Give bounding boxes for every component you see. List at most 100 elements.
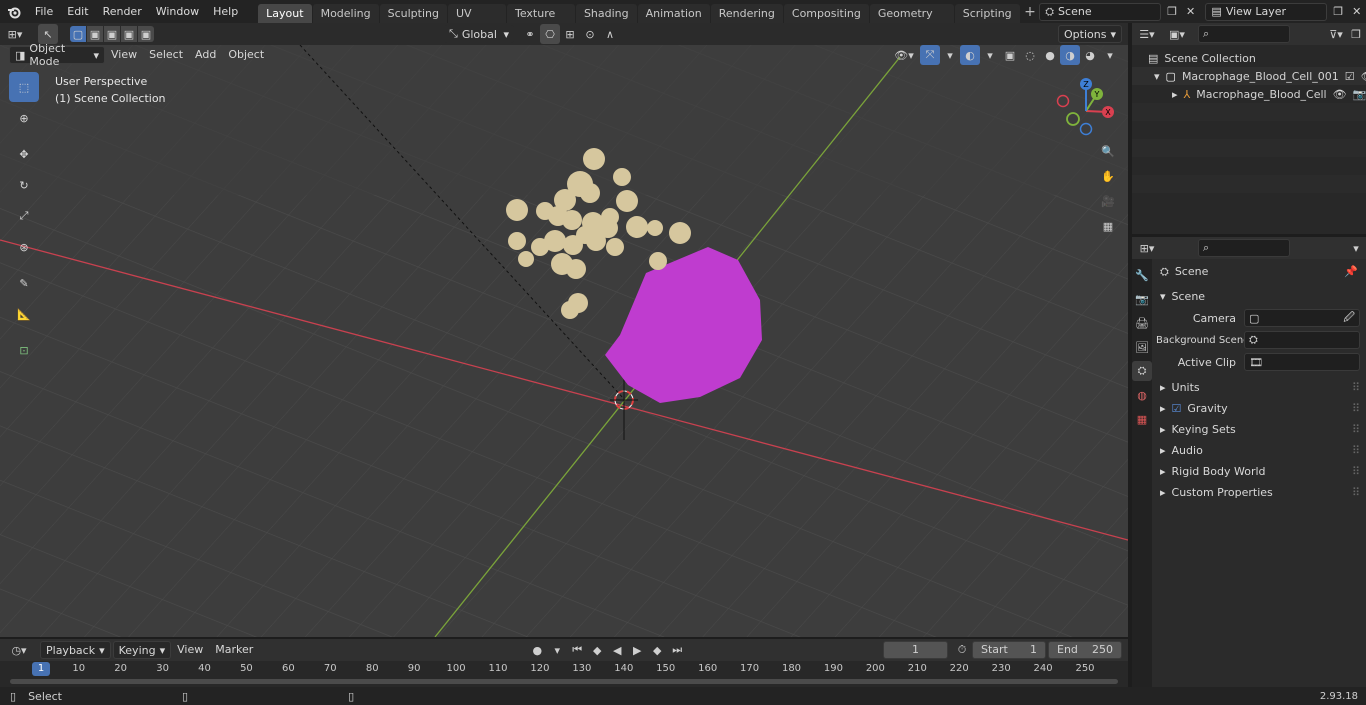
jump-end-icon[interactable]: ⏭ bbox=[667, 640, 687, 660]
remove-scene-icon[interactable]: ✕ bbox=[1181, 2, 1200, 22]
view-layer-tab-icon[interactable]: 🖼 bbox=[1132, 337, 1152, 357]
pivot-point-icon[interactable]: ⚭ bbox=[520, 24, 540, 44]
blender-logo-icon[interactable] bbox=[0, 2, 28, 22]
gravity-checkbox[interactable]: ☑ bbox=[1172, 402, 1182, 415]
tab-geometry-nodes[interactable]: Geometry Nodes bbox=[869, 4, 954, 39]
menu-object[interactable]: Object bbox=[222, 46, 270, 64]
transform-orientation-dropdown[interactable]: ⤡ Global ▾ bbox=[444, 25, 514, 43]
chevron-down-icon[interactable]: ▾ bbox=[547, 640, 567, 660]
scale-tool-icon[interactable]: ⤢ bbox=[9, 201, 39, 231]
filter-icon[interactable]: ⊽▾ bbox=[1326, 24, 1346, 44]
tab-shading[interactable]: Shading bbox=[575, 4, 637, 23]
tab-scripting[interactable]: Scripting bbox=[954, 4, 1020, 23]
prev-keyframe-icon[interactable]: ◆ bbox=[587, 640, 607, 660]
menu-window[interactable]: Window bbox=[149, 0, 206, 23]
menu-edit[interactable]: Edit bbox=[60, 0, 95, 23]
tab-texture-paint[interactable]: Texture Paint bbox=[507, 4, 575, 39]
add-cube-tool-icon[interactable]: ⊡ bbox=[9, 335, 39, 365]
drag-handle-icon[interactable]: ⠿ bbox=[1352, 486, 1360, 499]
chevron-down-icon[interactable]: ▾ bbox=[980, 45, 1000, 65]
tool-tab-icon[interactable]: 🔧 bbox=[1132, 265, 1152, 285]
end-frame-field[interactable]: End 250 bbox=[1048, 641, 1122, 659]
snap-icon[interactable]: ⎔ bbox=[540, 24, 560, 44]
drag-handle-icon[interactable]: ⠿ bbox=[1352, 381, 1360, 394]
tab-layout[interactable]: Layout bbox=[258, 4, 312, 23]
rotate-tool-icon[interactable]: ↻ bbox=[9, 170, 39, 200]
drag-handle-icon[interactable]: ⠿ bbox=[1352, 444, 1360, 457]
outliner-row[interactable]: ▾ ▢ Macrophage_Blood_Cell_001 ☑ 👁 📷 bbox=[1132, 67, 1366, 85]
select-new-icon[interactable]: ▢ bbox=[70, 26, 86, 42]
select-invert-icon[interactable]: ▣ bbox=[121, 26, 137, 42]
playback-dropdown[interactable]: Playback ▾ bbox=[40, 641, 111, 659]
display-mode-icon[interactable]: ▣▾ bbox=[1162, 24, 1192, 44]
new-view-layer-icon[interactable]: ❐ bbox=[1329, 2, 1348, 22]
timeline-editor-icon[interactable]: ◷▾ bbox=[4, 640, 34, 660]
select-extend-icon[interactable]: ▣ bbox=[87, 26, 103, 42]
camera-view-icon[interactable]: 🎥 bbox=[1098, 191, 1118, 211]
properties-editor-icon[interactable]: ⊞▾ bbox=[1132, 238, 1162, 258]
timeline-view-menu[interactable]: View bbox=[171, 641, 209, 659]
select-tool-icon[interactable]: ↖ bbox=[38, 24, 58, 44]
tab-modeling[interactable]: Modeling bbox=[312, 4, 379, 23]
eye-icon[interactable]: 👁 bbox=[1361, 70, 1366, 83]
menu-help[interactable]: Help bbox=[206, 0, 245, 23]
transform-tool-icon[interactable]: ⊛ bbox=[9, 232, 39, 262]
render-tab-icon[interactable]: 📷 bbox=[1132, 289, 1152, 309]
background-scene-field[interactable]: ⛭ bbox=[1244, 331, 1360, 349]
drag-handle-icon[interactable]: ⠿ bbox=[1352, 465, 1360, 478]
navigation-gizmo[interactable]: X Y Z bbox=[1050, 75, 1122, 147]
play-icon[interactable]: ▶ bbox=[627, 640, 647, 660]
current-frame-field[interactable]: 1 bbox=[883, 641, 948, 659]
ortho-grid-icon[interactable]: ▦ bbox=[1098, 216, 1118, 236]
material-shading-icon[interactable]: ◑ bbox=[1060, 45, 1080, 65]
proportional-edit-icon[interactable]: ⊙ bbox=[580, 24, 600, 44]
active-clip-field[interactable]: 🎞 bbox=[1244, 353, 1360, 371]
tab-compositing[interactable]: Compositing bbox=[783, 4, 869, 23]
select-intersect-icon[interactable]: ▣ bbox=[138, 26, 154, 42]
editor-type-icon[interactable]: ⊞▾ bbox=[0, 24, 30, 44]
tab-animation[interactable]: Animation bbox=[637, 4, 710, 23]
tab-uv-editing[interactable]: UV Editing bbox=[448, 4, 506, 39]
visibility-icon[interactable]: 👁▾ bbox=[894, 45, 914, 65]
new-scene-icon[interactable]: ❐ bbox=[1163, 2, 1182, 22]
eye-icon[interactable]: 👁 bbox=[1333, 88, 1347, 101]
mode-selector[interactable]: ◨ Object Mode ▾ bbox=[9, 42, 105, 68]
panel-rigid-body-world[interactable]: ▸ Rigid Body World ⠿ bbox=[1156, 461, 1364, 482]
keying-dropdown[interactable]: Keying ▾ bbox=[112, 641, 172, 659]
panel-keying-sets[interactable]: ▸ Keying Sets ⠿ bbox=[1156, 419, 1364, 440]
outliner-search-input[interactable]: ⌕ bbox=[1198, 25, 1290, 43]
tab-rendering[interactable]: Rendering bbox=[710, 4, 783, 23]
3d-viewport[interactable]: User Perspective (1) Scene Collection ⬚ … bbox=[0, 45, 1128, 637]
add-workspace-icon[interactable]: + bbox=[1021, 2, 1040, 22]
select-box-tool-icon[interactable]: ⬚ bbox=[9, 72, 39, 102]
menu-render[interactable]: Render bbox=[96, 0, 149, 23]
record-icon[interactable]: ● bbox=[527, 640, 547, 660]
chevron-down-icon[interactable]: ▾ bbox=[1100, 45, 1120, 65]
panel-units[interactable]: ▸ Units ⠿ bbox=[1156, 377, 1364, 398]
chevron-down-icon[interactable]: ▾ bbox=[940, 45, 960, 65]
wireframe-shading-icon[interactable]: ◌ bbox=[1020, 45, 1040, 65]
gizmo-toggle-icon[interactable]: ⤧ bbox=[920, 45, 940, 65]
chevron-down-icon[interactable]: ▾ bbox=[1346, 238, 1366, 258]
zoom-icon[interactable]: 🔍 bbox=[1098, 141, 1118, 161]
cursor-tool-icon[interactable]: ⊕ bbox=[9, 103, 39, 133]
world-tab-icon[interactable]: ◍ bbox=[1132, 385, 1152, 405]
output-tab-icon[interactable]: 🖨 bbox=[1132, 313, 1152, 333]
panel-audio[interactable]: ▸ Audio ⠿ bbox=[1156, 440, 1364, 461]
new-collection-icon[interactable]: ❐ bbox=[1346, 24, 1366, 44]
menu-file[interactable]: File bbox=[28, 0, 60, 23]
tab-sculpting[interactable]: Sculpting bbox=[379, 4, 447, 23]
move-tool-icon[interactable]: ✥ bbox=[9, 139, 39, 169]
outliner-row[interactable]: ▸ ⅄ Macrophage_Blood_Cell 👁 📷 bbox=[1132, 85, 1366, 103]
eyedropper-icon[interactable]: 🖉 bbox=[1343, 309, 1355, 328]
camera-field[interactable]: ▢ 🖉 bbox=[1244, 309, 1360, 327]
menu-add[interactable]: Add bbox=[189, 46, 222, 64]
xray-icon[interactable]: ▣ bbox=[1000, 45, 1020, 65]
next-keyframe-icon[interactable]: ◆ bbox=[647, 640, 667, 660]
start-frame-field[interactable]: Start 1 bbox=[972, 641, 1046, 659]
panel-gravity[interactable]: ▸ ☑ Gravity ⠿ bbox=[1156, 398, 1364, 419]
remove-view-layer-icon[interactable]: ✕ bbox=[1347, 2, 1366, 22]
drag-handle-icon[interactable]: ⠿ bbox=[1352, 402, 1360, 415]
view-layer-selector[interactable]: ▤ View Layer bbox=[1205, 2, 1327, 21]
play-reverse-icon[interactable]: ◀ bbox=[607, 640, 627, 660]
